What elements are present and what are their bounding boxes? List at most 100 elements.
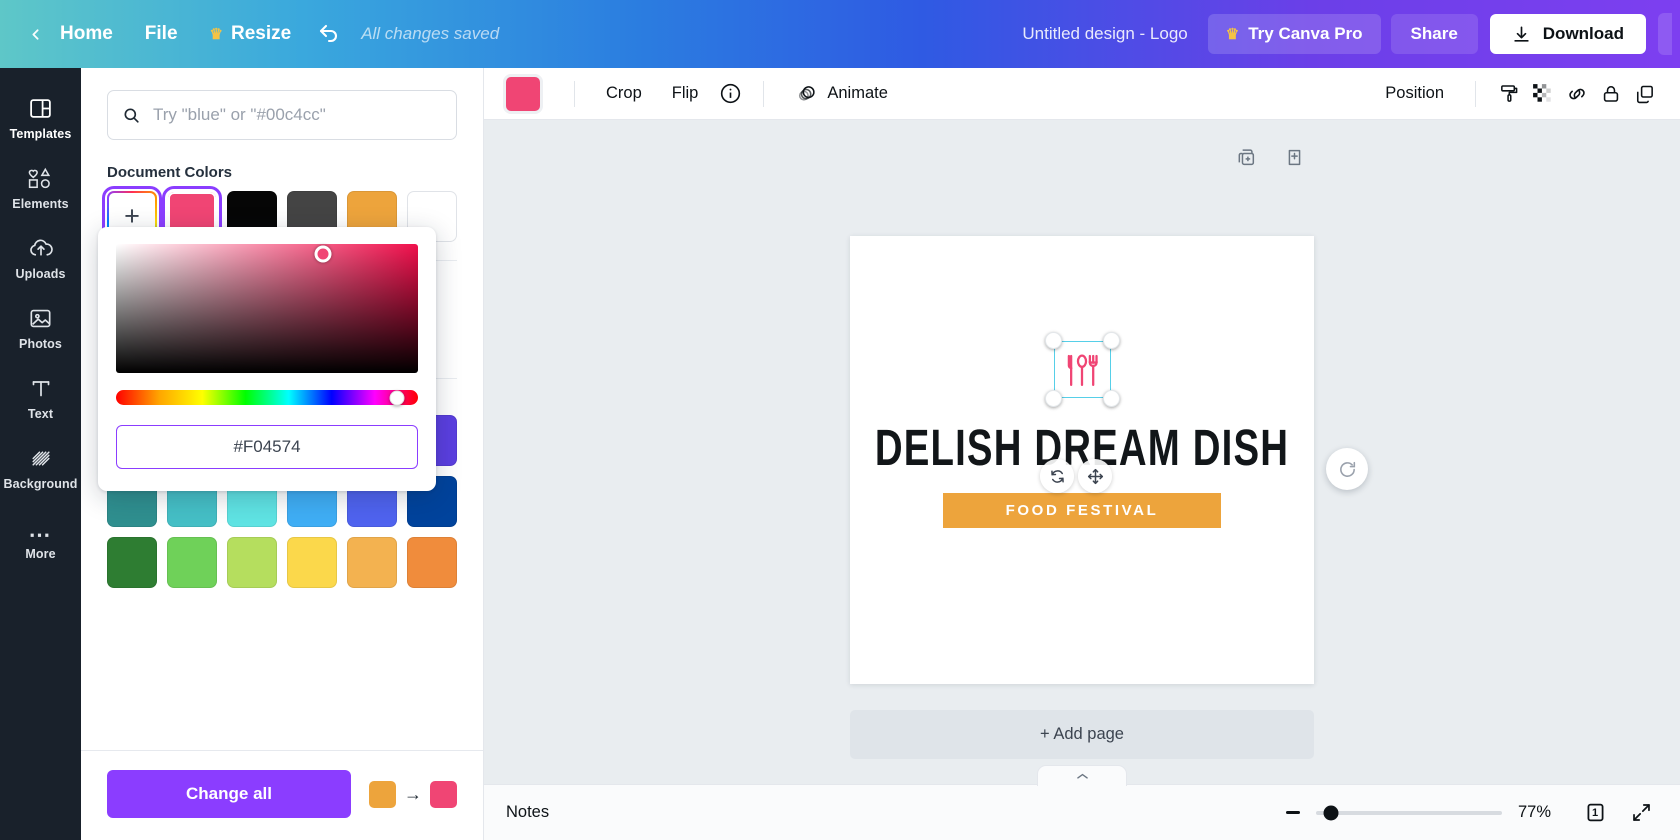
cutlery-frame <box>1053 341 1111 398</box>
hex-input-box[interactable] <box>116 425 418 469</box>
text-icon <box>29 375 53 401</box>
download-label: Download <box>1542 24 1624 43</box>
expand-icon[interactable] <box>1624 796 1658 830</box>
file-label: File <box>144 23 178 44</box>
lock-icon[interactable] <box>1594 77 1628 111</box>
back-button[interactable] <box>18 17 52 51</box>
flip-label: Flip <box>671 84 699 102</box>
resize-button[interactable]: ♛ Resize <box>194 15 308 53</box>
top-bar: Home File ♛ Resize All changes saved Unt… <box>0 0 1680 68</box>
logo-group: DELISH DREAM DISH FOOD FESTIVAL <box>850 332 1314 528</box>
saturation-value-area[interactable] <box>116 244 418 373</box>
sidebar-label-templates: Templates <box>9 127 72 141</box>
add-page-button[interactable]: + Add page <box>850 710 1314 759</box>
flip-button[interactable]: Flip <box>657 76 714 111</box>
animate-button[interactable]: Animate <box>780 74 903 113</box>
arrow-right-icon: → <box>404 784 422 804</box>
elements-icon <box>27 165 54 191</box>
crop-button[interactable]: Crop <box>591 76 657 111</box>
add-page-label: + Add page <box>1040 725 1124 743</box>
hue-knob[interactable] <box>389 390 405 405</box>
download-icon <box>1512 25 1531 44</box>
save-status: All changes saved <box>361 24 500 43</box>
topbar-overflow-button[interactable] <box>1658 13 1672 55</box>
color-swatch[interactable] <box>167 537 217 588</box>
zoom-value: 77% <box>1518 803 1552 821</box>
color-swatch[interactable] <box>227 537 277 588</box>
sidebar-item-uploads[interactable]: Uploads <box>0 222 81 292</box>
try-canva-pro-button[interactable]: ♛ Try Canva Pro <box>1207 14 1381 54</box>
share-label: Share <box>1410 24 1458 43</box>
rotate-handle[interactable] <box>1326 448 1368 490</box>
uploads-icon <box>28 235 54 261</box>
sidebar-item-more[interactable]: ⋯ More <box>0 502 81 572</box>
crop-label: Crop <box>606 84 642 102</box>
color-picker-popover <box>98 227 436 491</box>
bottom-bar: Notes 77% 1 <box>484 765 1680 840</box>
resize-handle-bottom-left[interactable] <box>1044 390 1062 407</box>
sidebar-item-text[interactable]: Text <box>0 362 81 432</box>
sidebar-item-photos[interactable]: Photos <box>0 292 81 362</box>
hex-input[interactable] <box>117 437 417 457</box>
resize-handle-top-right[interactable] <box>1102 332 1120 349</box>
more-dots-icon: ⋯ <box>28 521 53 547</box>
toolbar-divider <box>1475 80 1476 107</box>
color-swatch[interactable] <box>347 537 397 588</box>
crown-icon: ♛ <box>209 25 223 43</box>
search-box[interactable] <box>107 90 457 140</box>
move-cursor-icon <box>1078 459 1112 493</box>
link-icon[interactable] <box>1560 77 1594 111</box>
logo-subtitle[interactable]: FOOD FESTIVAL <box>943 493 1221 528</box>
home-button[interactable]: Home <box>52 15 129 53</box>
design-page[interactable]: DELISH DREAM DISH FOOD FESTIVAL <box>850 236 1368 684</box>
resize-handle-top-left[interactable] <box>1044 332 1062 349</box>
editor-area: Crop Flip Animate Position DELISH DREAM … <box>484 68 1680 840</box>
editor-body: Templates Elements Uploads Photos Text B… <box>0 68 1680 840</box>
color-swatch[interactable] <box>407 537 457 588</box>
notes-button[interactable]: Notes <box>506 803 549 822</box>
try-pro-label: Try Canva Pro <box>1248 24 1363 43</box>
paint-roller-icon[interactable] <box>1492 77 1526 111</box>
zoom-slider[interactable] <box>1316 805 1502 820</box>
page-tools <box>857 144 1307 170</box>
color-swatch[interactable] <box>287 537 337 588</box>
search-input[interactable] <box>153 105 442 125</box>
home-label: Home <box>60 23 113 44</box>
color-change-preview: → <box>369 780 457 808</box>
cutlery-icon <box>1067 354 1098 386</box>
duplicate-page-icon[interactable] <box>1233 144 1259 170</box>
selected-color-button[interactable] <box>506 76 540 111</box>
toolbar-divider <box>574 80 575 107</box>
design-title[interactable]: Untitled design - Logo <box>1022 24 1187 44</box>
resize-handle-bottom-right[interactable] <box>1102 390 1120 407</box>
resize-label: Resize <box>230 23 292 44</box>
color-swatch[interactable] <box>107 537 157 588</box>
zoom-slider-knob[interactable] <box>1323 805 1339 820</box>
search-section <box>107 68 457 140</box>
sidebar-item-background[interactable]: Background <box>0 432 81 502</box>
sidebar-item-elements[interactable]: Elements <box>0 152 81 222</box>
saturation-knob[interactable] <box>314 245 332 263</box>
download-button[interactable]: Download <box>1489 14 1646 54</box>
undo-button[interactable] <box>307 14 351 54</box>
zoom-out-button[interactable] <box>1286 811 1300 814</box>
cutlery-element-selection[interactable] <box>1044 332 1120 407</box>
share-button[interactable]: Share <box>1390 14 1478 54</box>
toolbar-divider <box>763 80 765 107</box>
panel-collapse-toggle[interactable] <box>1037 765 1127 786</box>
add-page-icon[interactable] <box>1281 144 1307 170</box>
info-icon[interactable] <box>713 77 747 111</box>
page-count-icon[interactable]: 1 <box>1578 796 1612 830</box>
sidebar-label-uploads: Uploads <box>15 267 66 281</box>
change-all-button[interactable]: Change all <box>107 770 351 818</box>
canva-editor-app: Home File ♛ Resize All changes saved Unt… <box>0 0 1680 840</box>
position-button[interactable]: Position <box>1370 76 1459 111</box>
sidebar-item-templates[interactable]: Templates <box>0 82 81 152</box>
transparency-icon[interactable] <box>1526 77 1560 111</box>
to-color-swatch <box>430 780 457 808</box>
file-menu[interactable]: File <box>129 15 194 53</box>
color-panel: Document Colors <box>81 68 484 840</box>
sidebar-label-background: Background <box>3 477 78 491</box>
hue-slider[interactable] <box>116 390 418 405</box>
duplicate-icon[interactable] <box>1628 77 1662 111</box>
